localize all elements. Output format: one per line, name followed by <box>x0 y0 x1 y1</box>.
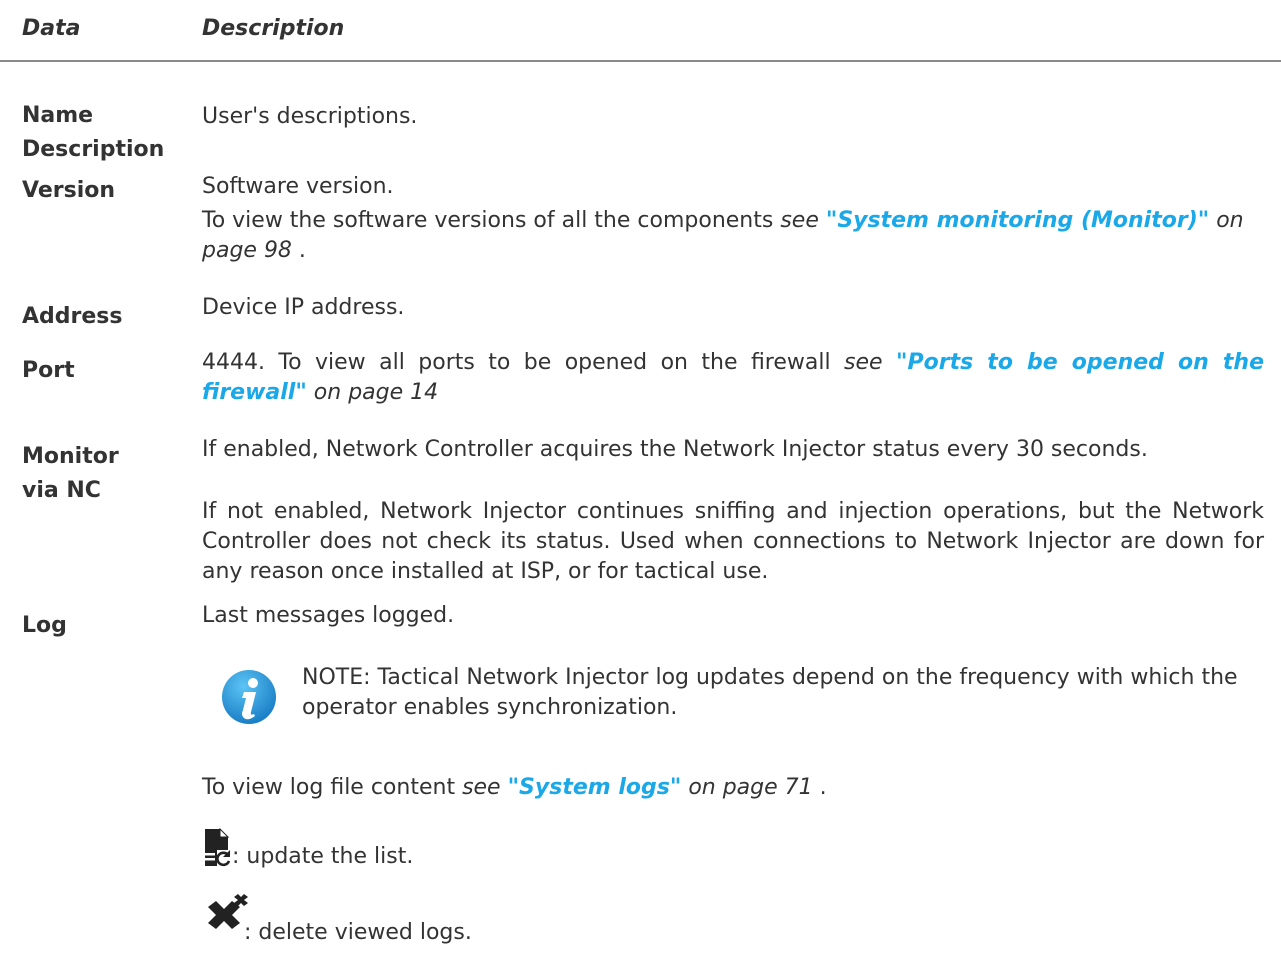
delete-logs-icon[interactable] <box>202 893 248 933</box>
monitor-text2: If not enabled, Network Injector continu… <box>202 499 1264 584</box>
version-text: Software version. To view the software v… <box>202 172 1264 266</box>
label-address: Address <box>22 304 123 329</box>
refresh-list-icon[interactable] <box>202 828 236 868</box>
tail-text: . <box>812 775 827 800</box>
label-line: Description <box>22 137 165 162</box>
label-line: Monitor <box>22 444 119 469</box>
delete-logs-text: : delete viewed logs. <box>244 920 472 945</box>
log-view-text: To view log file content see "System log… <box>202 773 1264 803</box>
label-line: Name <box>22 103 94 128</box>
monitor-text1: If enabled, Network Controller acquires … <box>202 437 1148 462</box>
on-page-text: on page 71 <box>681 775 813 800</box>
on-page-text: on page 14 <box>306 380 439 405</box>
version-text2: To view the software versions of all the… <box>202 208 781 233</box>
port-text: 4444. To view all ports to be opened on … <box>202 348 1264 408</box>
label-log: Log <box>22 613 67 638</box>
label-port: Port <box>22 358 75 383</box>
tail-text: . <box>291 238 306 263</box>
log-view-pre: To view log file content <box>202 775 463 800</box>
log-text1: Last messages logged. <box>202 603 455 628</box>
version-line1: Software version. <box>202 174 394 199</box>
link-system-logs[interactable]: "System logs" <box>508 775 682 800</box>
address-text: Device IP address. <box>202 295 405 320</box>
note-text: NOTE: Tactical Network Injector log upda… <box>302 665 1238 720</box>
port-text-pre: 4444. To view all ports to be opened on … <box>202 350 845 375</box>
header-description: Description <box>202 16 345 41</box>
header-data: Data <box>22 16 81 41</box>
name-description-text: User's descriptions. <box>202 104 418 129</box>
info-icon <box>222 670 276 724</box>
table-header: Data Description <box>0 0 1281 62</box>
update-list-text: : update the list. <box>232 844 414 869</box>
link-system-monitoring[interactable]: "System monitoring (Monitor)" <box>826 208 1209 233</box>
see-text: see <box>844 350 897 375</box>
label-version: Version <box>22 178 116 203</box>
label-line: via NC <box>22 478 101 503</box>
see-text: see <box>780 208 826 233</box>
see-text: see <box>462 775 508 800</box>
version-line2: To view the software versions of all the… <box>202 206 1264 266</box>
label-name-description: Name Description <box>22 99 182 167</box>
label-monitor-via-nc: Monitor via NC <box>22 440 182 508</box>
